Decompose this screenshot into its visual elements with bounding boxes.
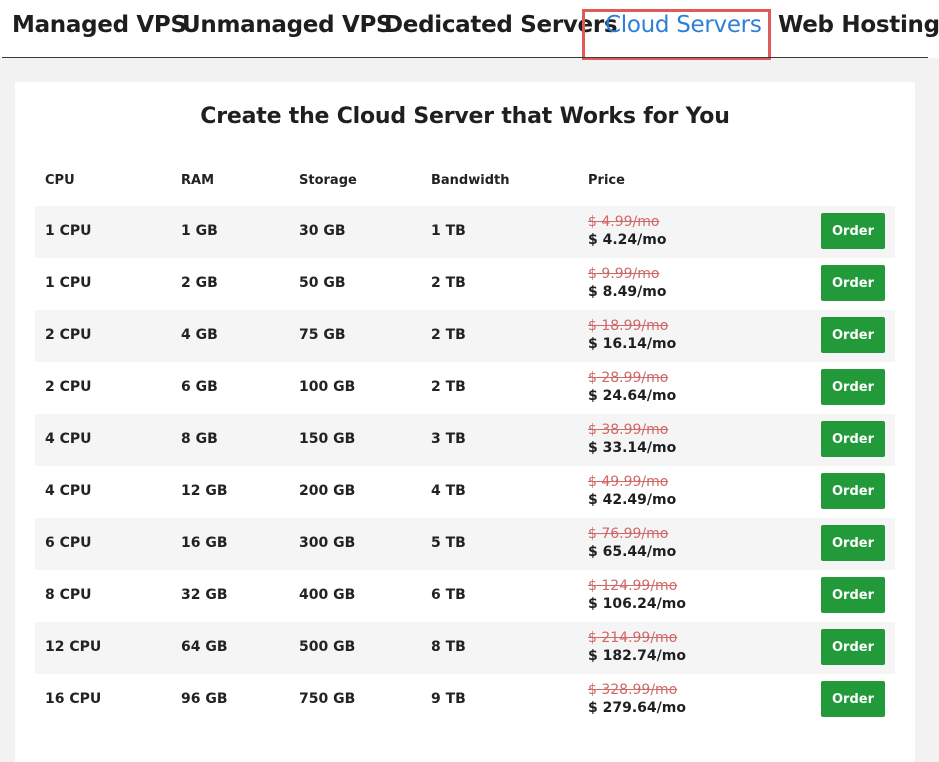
header-cpu: CPU: [45, 173, 75, 188]
header-storage: Storage: [299, 173, 357, 188]
old-price: $ 4.99/mo: [588, 214, 660, 230]
current-price: $ 65.44/mo: [588, 544, 677, 560]
order-button[interactable]: Order: [821, 369, 885, 405]
pricing-card: Create the Cloud Server that Works for Y…: [15, 82, 915, 762]
category-tabs: Managed VPS Unmanaged VPS Dedicated Serv…: [0, 0, 939, 60]
old-price: $ 38.99/mo: [588, 422, 669, 438]
storage-cell: 30 GB: [299, 223, 346, 239]
table-row: 12 CPU 64 GB 500 GB 8 TB $ 214.99/mo $ 182.74…: [35, 622, 895, 674]
cpu-cell: 2 CPU: [45, 379, 92, 395]
ram-cell: 64 GB: [181, 639, 228, 655]
current-price: $ 279.64/mo: [588, 700, 686, 716]
old-price: $ 49.99/mo: [588, 474, 669, 490]
old-price: $ 328.99/mo: [588, 682, 678, 698]
cpu-cell: 1 CPU: [45, 223, 92, 239]
cpu-cell: 1 CPU: [45, 275, 92, 291]
current-price: $ 106.24/mo: [588, 596, 686, 612]
storage-cell: 200 GB: [299, 483, 356, 499]
order-button[interactable]: Order: [821, 317, 885, 353]
table-row: 16 CPU 96 GB 750 GB 9 TB $ 328.99/mo $ 279.64…: [35, 674, 895, 726]
current-price: $ 8.49/mo: [588, 284, 667, 300]
bandwidth-cell: 8 TB: [431, 639, 466, 655]
table-row: 6 CPU 16 GB 300 GB 5 TB $ 76.99/mo $ 65.44/mo…: [35, 518, 895, 570]
order-button[interactable]: Order: [821, 213, 885, 249]
cpu-cell: 4 CPU: [45, 483, 92, 499]
storage-cell: 100 GB: [299, 379, 356, 395]
ram-cell: 32 GB: [181, 587, 228, 603]
tabs-divider: [2, 57, 928, 58]
ram-cell: 16 GB: [181, 535, 228, 551]
ram-cell: 6 GB: [181, 379, 218, 395]
bandwidth-cell: 2 TB: [431, 275, 466, 291]
bandwidth-cell: 2 TB: [431, 379, 466, 395]
ram-cell: 12 GB: [181, 483, 228, 499]
current-price: $ 24.64/mo: [588, 388, 677, 404]
cpu-cell: 4 CPU: [45, 431, 92, 447]
old-price: $ 9.99/mo: [588, 266, 660, 282]
bandwidth-cell: 5 TB: [431, 535, 466, 551]
table-row: 8 CPU 32 GB 400 GB 6 TB $ 124.99/mo $ 106.24/…: [35, 570, 895, 622]
old-price: $ 76.99/mo: [588, 526, 669, 542]
old-price: $ 18.99/mo: [588, 318, 669, 334]
order-button[interactable]: Order: [821, 681, 885, 717]
cpu-cell: 16 CPU: [45, 691, 102, 707]
cpu-cell: 8 CPU: [45, 587, 92, 603]
table-row: 4 CPU 8 GB 150 GB 3 TB $ 38.99/mo $ 33.14/mo O…: [35, 414, 895, 466]
current-price: $ 33.14/mo: [588, 440, 677, 456]
bandwidth-cell: 3 TB: [431, 431, 466, 447]
order-button[interactable]: Order: [821, 525, 885, 561]
order-button[interactable]: Order: [821, 421, 885, 457]
storage-cell: 75 GB: [299, 327, 346, 343]
bandwidth-cell: 2 TB: [431, 327, 466, 343]
table-row: 2 CPU 6 GB 100 GB 2 TB $ 28.99/mo $ 24.64/mo O…: [35, 362, 895, 414]
table-row: 1 CPU 2 GB 50 GB 2 TB $ 9.99/mo $ 8.49/mo Orde…: [35, 258, 895, 310]
table-row: 2 CPU 4 GB 75 GB 2 TB $ 18.99/mo $ 16.14/mo Or…: [35, 310, 895, 362]
ram-cell: 8 GB: [181, 431, 218, 447]
storage-cell: 500 GB: [299, 639, 356, 655]
table-row: 4 CPU 12 GB 200 GB 4 TB $ 49.99/mo $ 42.49/mo…: [35, 466, 895, 518]
cpu-cell: 12 CPU: [45, 639, 102, 655]
current-price: $ 16.14/mo: [588, 336, 677, 352]
storage-cell: 50 GB: [299, 275, 346, 291]
current-price: $ 42.49/mo: [588, 492, 677, 508]
storage-cell: 400 GB: [299, 587, 356, 603]
storage-cell: 150 GB: [299, 431, 356, 447]
bandwidth-cell: 6 TB: [431, 587, 466, 603]
storage-cell: 300 GB: [299, 535, 356, 551]
bandwidth-cell: 4 TB: [431, 483, 466, 499]
storage-cell: 750 GB: [299, 691, 356, 707]
ram-cell: 1 GB: [181, 223, 218, 239]
table-row: 1 CPU 1 GB 30 GB 1 TB $ 4.99/mo $ 4.24/mo Orde…: [35, 206, 895, 258]
old-price: $ 28.99/mo: [588, 370, 669, 386]
order-button[interactable]: Order: [821, 629, 885, 665]
ram-cell: 2 GB: [181, 275, 218, 291]
ram-cell: 4 GB: [181, 327, 218, 343]
order-button[interactable]: Order: [821, 265, 885, 301]
order-button[interactable]: Order: [821, 473, 885, 509]
tab-unmanaged-vps[interactable]: Unmanaged VPS: [182, 12, 393, 38]
cpu-cell: 2 CPU: [45, 327, 92, 343]
current-price: $ 182.74/mo: [588, 648, 686, 664]
active-tab-highlight: [582, 9, 771, 60]
current-price: $ 4.24/mo: [588, 232, 667, 248]
old-price: $ 124.99/mo: [588, 578, 678, 594]
ram-cell: 96 GB: [181, 691, 228, 707]
header-ram: RAM: [181, 173, 215, 188]
order-button[interactable]: Order: [821, 577, 885, 613]
bandwidth-cell: 9 TB: [431, 691, 466, 707]
tab-web-hosting[interactable]: Web Hosting: [778, 12, 939, 38]
tab-managed-vps[interactable]: Managed VPS: [12, 12, 187, 38]
cpu-cell: 6 CPU: [45, 535, 92, 551]
header-price: Price: [588, 173, 625, 188]
old-price: $ 214.99/mo: [588, 630, 678, 646]
bandwidth-cell: 1 TB: [431, 223, 466, 239]
header-bandwidth: Bandwidth: [431, 173, 510, 188]
pricing-title: Create the Cloud Server that Works for Y…: [200, 104, 730, 129]
